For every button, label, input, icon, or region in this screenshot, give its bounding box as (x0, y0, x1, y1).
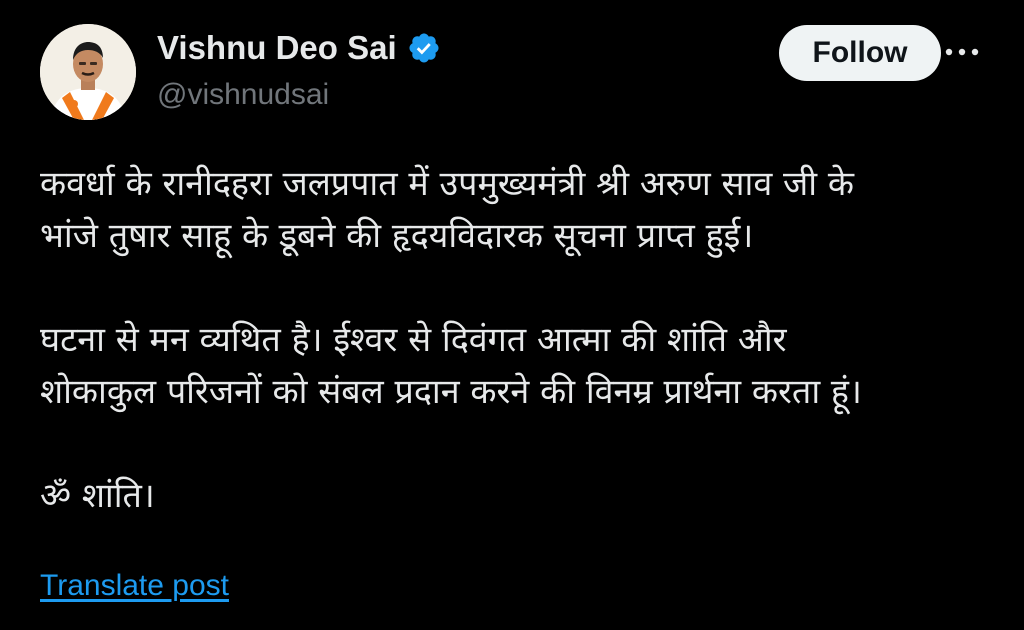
tweet-card: Vishnu Deo Sai @vishnudsai Follow कवर्धा… (0, 0, 1024, 630)
author-name[interactable]: Vishnu Deo Sai (157, 28, 441, 68)
post-paragraph: कवर्धा के रानीदहरा जलप्रपात में उपमुख्यम… (40, 164, 854, 256)
follow-button[interactable]: Follow (779, 25, 941, 81)
author-handle[interactable]: @vishnudsai (157, 77, 329, 113)
avatar-image (40, 24, 136, 120)
avatar[interactable] (40, 24, 136, 120)
author-name-text[interactable]: Vishnu Deo Sai (157, 28, 397, 68)
verified-badge-icon (409, 33, 439, 63)
post-paragraph: ॐ शांति। (40, 476, 155, 516)
more-options-icon[interactable] (943, 44, 981, 60)
translate-post-link[interactable]: Translate post (40, 566, 229, 606)
post-paragraph: घटना से मन व्यथित है। ईश्वर से दिवंगत आत… (40, 320, 862, 412)
post-text: कवर्धा के रानीदहरा जलप्रपात में उपमुख्यम… (40, 158, 1000, 522)
